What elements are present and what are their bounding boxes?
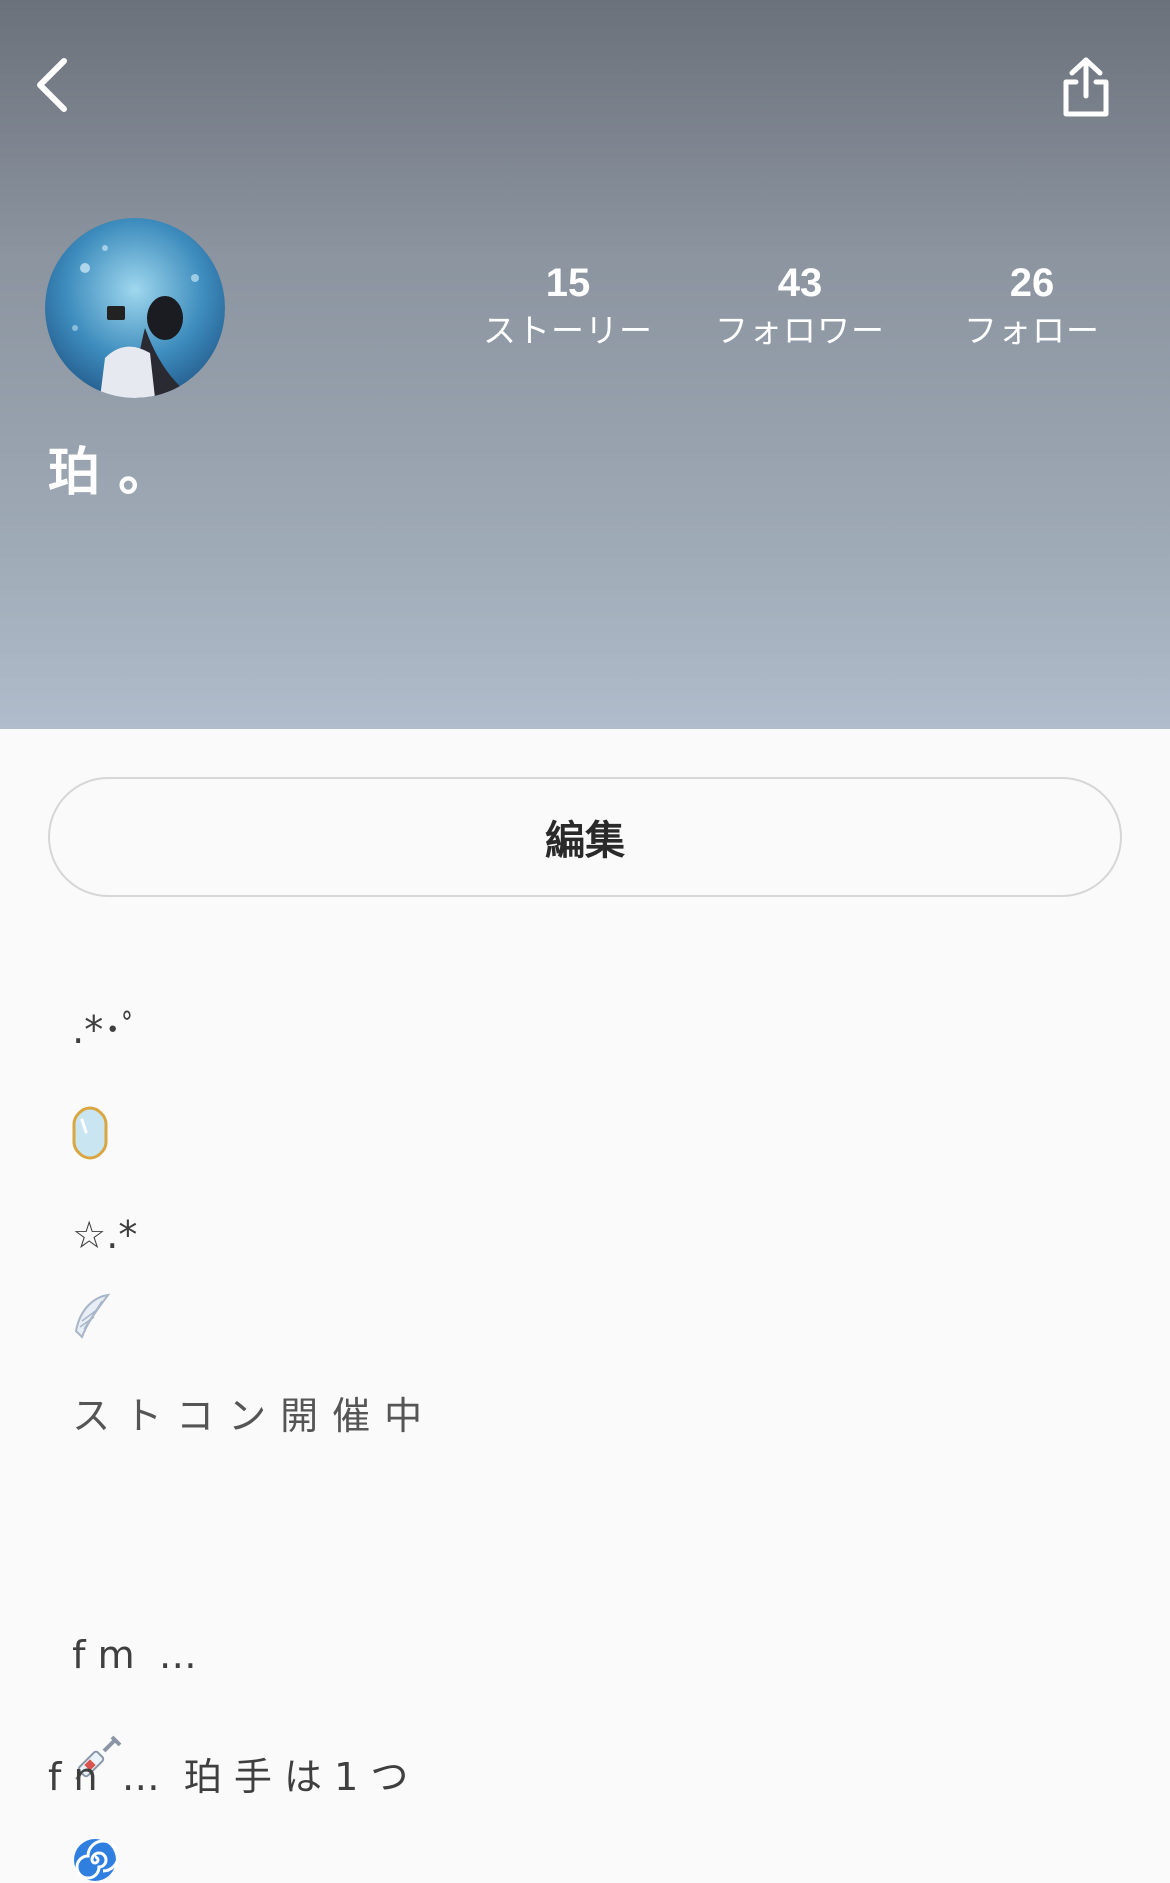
followers-label: フォロワー [715, 311, 885, 350]
share-icon [1063, 57, 1109, 117]
bio-line-1-start: .*･ﾟ [72, 1008, 142, 1052]
bio-line-3: f m … [48, 1580, 197, 1883]
following-stat[interactable]: 26 フォロー [932, 258, 1132, 354]
cyclone-icon [74, 1839, 119, 1881]
mirror-icon [72, 1105, 108, 1160]
bio-line-1: .*･ﾟ ☆.* [48, 955, 152, 1260]
followers-count: 43 [777, 261, 823, 305]
edit-profile-button[interactable]: 編集 [48, 777, 1122, 897]
stories-stat[interactable]: 15 ストーリー [468, 258, 668, 354]
bio-line-2-text: ストコン開催中 [72, 1393, 437, 1438]
stories-count: 15 [545, 261, 591, 305]
following-count: 26 [1009, 261, 1055, 305]
stories-label: ストーリー [483, 311, 653, 350]
bio-line-2: ストコン開催中 [48, 1238, 436, 1441]
share-button[interactable] [1052, 50, 1120, 126]
wing-icon [75, 1293, 111, 1339]
bio-line-3-text: f m … [72, 1633, 197, 1677]
back-button[interactable] [22, 50, 82, 120]
avatar[interactable] [45, 218, 225, 398]
username: 珀 。 [48, 443, 171, 503]
followers-stat[interactable]: 43 フォロワー [700, 258, 900, 354]
avatar-image [45, 218, 225, 398]
following-label: フォロー [964, 311, 1100, 350]
profile-header: 15 ストーリー 43 フォロワー 26 フォロー 珀 。 [0, 0, 1170, 729]
chevron-left-icon [37, 58, 67, 112]
bio-line-4: f n … 珀 手 は 1 つ [48, 1755, 409, 1799]
